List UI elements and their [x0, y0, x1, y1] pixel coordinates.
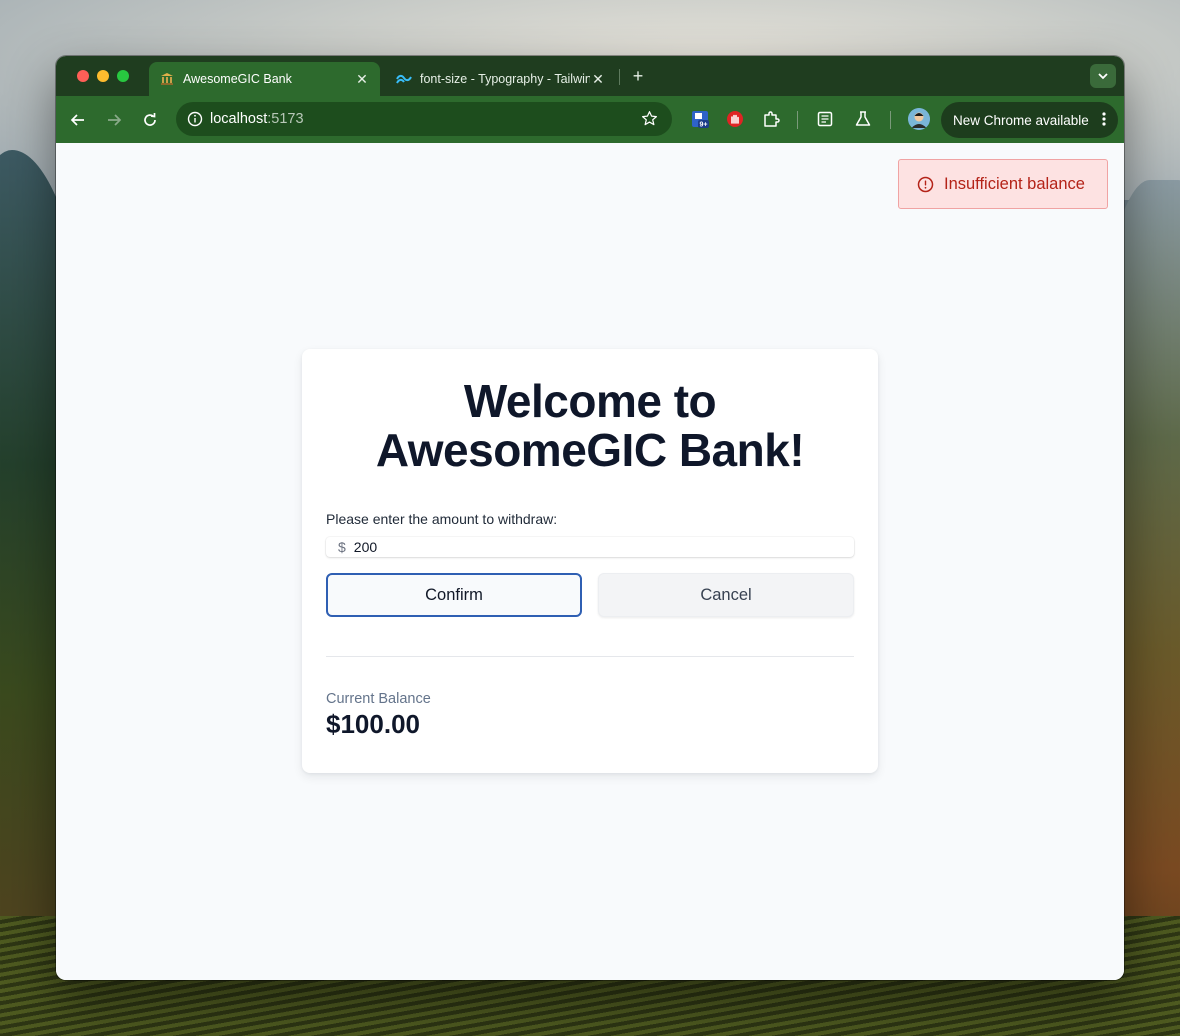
arrow-left-icon [70, 114, 84, 126]
amount-input[interactable] [353, 539, 834, 555]
page-content: Insufficient balance Welcome to AwesomeG… [56, 143, 1124, 980]
browser-window: AwesomeGIC Bank ✕ font-size - Typography… [56, 56, 1124, 980]
tab-tailwind-font-size[interactable]: font-size - Typography - Tailwind CSS ✕ [386, 62, 616, 96]
title-line-1: Welcome to [463, 375, 717, 427]
confirm-button[interactable]: Confirm [326, 573, 582, 617]
cancel-button[interactable]: Cancel [598, 573, 854, 617]
url-port: :5173 [267, 111, 304, 127]
forward-button[interactable] [101, 107, 127, 133]
labs-flask-icon[interactable] [851, 107, 875, 131]
withdraw-card: Welcome to AwesomeGIC Bank! Please enter… [302, 349, 878, 773]
tab-awesomegic-bank[interactable]: AwesomeGIC Bank ✕ [149, 62, 380, 96]
current-balance-label: Current Balance [326, 691, 431, 707]
bookmark-star-icon[interactable] [641, 110, 658, 132]
alert-circle-icon [917, 176, 934, 193]
chevron-down-icon [1098, 73, 1108, 80]
tailwind-icon [396, 71, 412, 87]
arrow-right-icon [108, 114, 122, 126]
tab-title: font-size - Typography - Tailwind CSS [420, 72, 590, 86]
extensions-puzzle-icon[interactable] [759, 107, 783, 131]
withdraw-prompt-label: Please enter the amount to withdraw: [326, 511, 558, 527]
update-label: New Chrome available [953, 112, 1089, 128]
error-toast: Insufficient balance [898, 159, 1108, 209]
title-line-2: AwesomeGIC Bank! [375, 424, 805, 476]
window-controls [77, 70, 129, 82]
tab-search-button[interactable] [1090, 64, 1116, 88]
maximize-window-button[interactable] [117, 70, 129, 82]
divider [326, 656, 854, 657]
toolbar-separator [797, 111, 798, 129]
extension-badge: 9+ [700, 122, 708, 129]
tab-separator [619, 69, 620, 85]
close-tab-icon[interactable]: ✕ [354, 71, 370, 87]
tab-strip: AwesomeGIC Bank ✕ font-size - Typography… [56, 56, 1124, 96]
close-window-button[interactable] [77, 70, 89, 82]
close-tab-icon[interactable]: ✕ [590, 71, 606, 87]
more-menu-icon[interactable] [1102, 111, 1106, 130]
minimize-window-button[interactable] [97, 70, 109, 82]
extension-bookmark-icon[interactable]: 9+ [688, 107, 712, 131]
new-chrome-available-button[interactable]: New Chrome available [941, 102, 1118, 138]
toolbar-separator [890, 111, 891, 129]
browser-toolbar: localhost:5173 9+ New Chrome available [56, 96, 1124, 143]
bank-icon [159, 71, 175, 87]
reading-list-icon[interactable] [813, 107, 837, 131]
extension-block-icon[interactable] [723, 107, 747, 131]
toast-message: Insufficient balance [944, 174, 1085, 193]
back-button[interactable] [65, 107, 91, 133]
current-balance-value: $100.00 [326, 709, 420, 739]
url-host: localhost [210, 111, 268, 127]
reload-icon [144, 113, 156, 126]
site-info-icon[interactable] [180, 111, 210, 127]
new-tab-button[interactable]: + [628, 66, 648, 86]
tab-title: AwesomeGIC Bank [183, 72, 292, 86]
page-title: Welcome to AwesomeGIC Bank! [302, 377, 878, 475]
amount-field[interactable]: $ [326, 537, 854, 557]
address-bar[interactable]: localhost:5173 [176, 102, 672, 136]
profile-avatar[interactable] [908, 108, 930, 130]
currency-prefix: $ [338, 539, 346, 555]
reload-button[interactable] [137, 107, 163, 133]
url-text: localhost:5173 [210, 111, 304, 127]
